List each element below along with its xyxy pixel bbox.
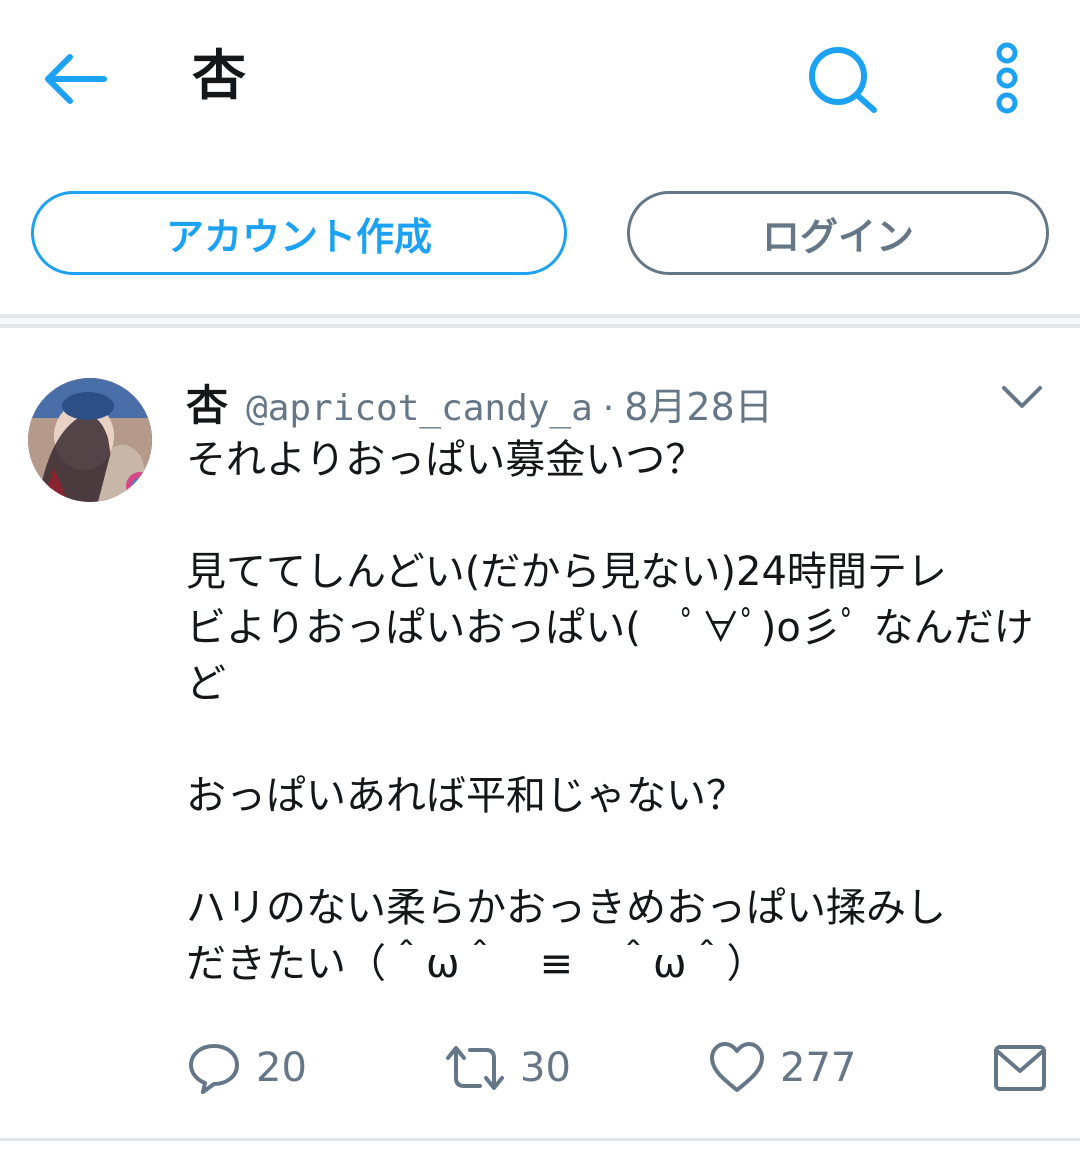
- heart-icon: [710, 1042, 764, 1092]
- tweet-card[interactable]: 杏 @apricot_candy_a · 8月28日 それよりおっぱい募金いつ？…: [0, 328, 1080, 1140]
- page-title: 杏: [192, 44, 246, 107]
- top-bar: 杏: [0, 0, 1080, 150]
- chevron-down-icon: [1002, 386, 1042, 408]
- tweet-line: だきたい（＾ω＾ ≡ ＾ω＾）: [186, 941, 767, 987]
- login-label: ログイン: [761, 214, 914, 259]
- retweet-button[interactable]: 30: [444, 1038, 571, 1098]
- tweet-line: [186, 488, 1056, 544]
- author-handle[interactable]: @apricot_candy_a: [246, 388, 593, 429]
- avatar[interactable]: [28, 378, 152, 502]
- envelope-icon: [994, 1045, 1046, 1091]
- tweet-menu-button[interactable]: [998, 380, 1046, 416]
- bottom-divider: [0, 1138, 1080, 1141]
- reply-button[interactable]: 20: [186, 1038, 307, 1098]
- avatar-image: [28, 378, 152, 502]
- tweet-line: ハリのない柔らかおっきめおっぱい揉みし: [186, 885, 946, 931]
- tweet-line: おっぱいあれば平和じゃない？: [186, 773, 746, 819]
- create-account-label: アカウント作成: [165, 214, 432, 259]
- tweet-actions: 20 30 277: [0, 1028, 1080, 1108]
- separator: ·: [602, 388, 615, 429]
- tweet-date[interactable]: 8月28日: [624, 376, 773, 431]
- direct-message-button[interactable]: [992, 1038, 1048, 1098]
- author-name[interactable]: 杏: [186, 372, 228, 433]
- tweet-line: [186, 824, 1056, 880]
- auth-button-row: アカウント作成 ログイン: [0, 150, 1080, 316]
- tweet-line: それよりおっぱい募金いつ？: [186, 437, 706, 483]
- reply-count: 20: [256, 1045, 307, 1091]
- search-icon: [809, 47, 877, 113]
- create-account-button[interactable]: アカウント作成: [31, 191, 567, 275]
- arrow-left-icon: [45, 54, 107, 104]
- like-button[interactable]: 277: [708, 1038, 856, 1098]
- section-divider: [0, 314, 1080, 328]
- vertical-dots-icon: [996, 42, 1018, 114]
- retweet-icon: [446, 1046, 504, 1090]
- login-button[interactable]: ログイン: [627, 191, 1049, 275]
- tweet-line: [186, 712, 1056, 768]
- like-count: 277: [780, 1045, 857, 1091]
- tweet-line: 見ててしんどい(だから見ない)24時間テレ: [186, 549, 947, 595]
- tweet-text: それよりおっぱい募金いつ？ 見ててしんどい(だから見ない)24時間テレ ビよりお…: [186, 432, 1056, 992]
- tweet-header: 杏 @apricot_candy_a · 8月28日: [186, 372, 773, 432]
- tweet-line: ビよりおっぱいおっぱい( ﾟ∀ﾟ)o彡ﾟ なんだけど: [186, 605, 1034, 707]
- reply-icon: [189, 1044, 239, 1094]
- search-button[interactable]: [804, 42, 880, 118]
- retweet-count: 30: [520, 1045, 571, 1091]
- back-button[interactable]: [40, 44, 110, 114]
- more-options-button[interactable]: [984, 40, 1030, 116]
